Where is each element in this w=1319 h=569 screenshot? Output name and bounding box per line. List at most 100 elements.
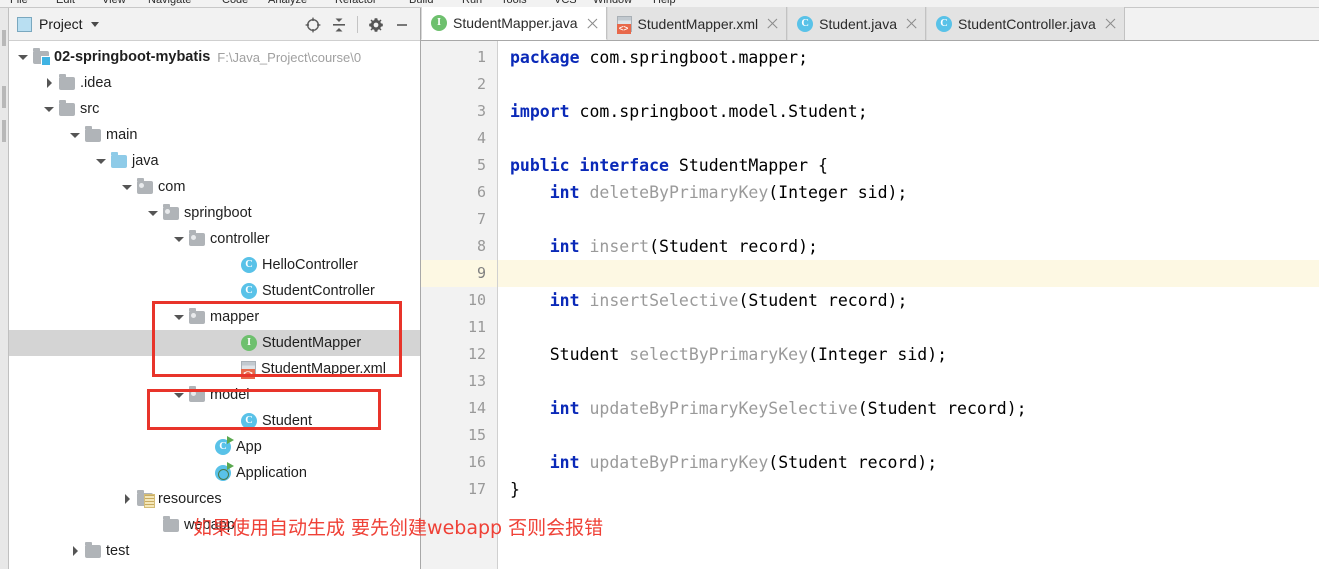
menu-item-navigate[interactable]: Navigate bbox=[148, 0, 191, 6]
tree-item-controller[interactable]: controller bbox=[9, 226, 420, 252]
menu-item-edit[interactable]: Edit bbox=[56, 0, 75, 6]
editor-tab-student-java[interactable]: C Student.java bbox=[787, 7, 926, 40]
code-token: int bbox=[510, 399, 580, 418]
code-line[interactable]: int updateByPrimaryKeySelective(Student … bbox=[498, 395, 1319, 422]
menu-item-tools[interactable]: Tools bbox=[501, 0, 527, 6]
chevron-down-icon[interactable] bbox=[173, 311, 186, 324]
code-line[interactable]: import com.springboot.model.Student; bbox=[498, 98, 1319, 125]
code-line[interactable] bbox=[498, 368, 1319, 395]
tree-item-src[interactable]: src bbox=[9, 96, 420, 122]
tree-item-label: mapper bbox=[210, 309, 260, 325]
menu-item-code[interactable]: Code bbox=[222, 0, 248, 6]
chevron-right-icon[interactable] bbox=[69, 545, 82, 558]
tree-item-java[interactable]: java bbox=[9, 148, 420, 174]
gear-icon[interactable] bbox=[364, 13, 388, 37]
close-icon[interactable] bbox=[766, 17, 779, 30]
code-line[interactable] bbox=[498, 125, 1319, 152]
menu-item-vcs[interactable]: VCS bbox=[554, 0, 577, 6]
close-icon[interactable] bbox=[586, 17, 599, 30]
chevron-right-icon[interactable] bbox=[121, 493, 134, 506]
chevron-down-icon[interactable] bbox=[17, 51, 30, 64]
editor-scrollbar[interactable] bbox=[1307, 41, 1319, 569]
tree-item-com[interactable]: com bbox=[9, 174, 420, 200]
arrow-placeholder bbox=[225, 337, 238, 350]
chevron-down-icon[interactable] bbox=[173, 233, 186, 246]
close-icon[interactable] bbox=[1104, 17, 1117, 30]
code-line[interactable] bbox=[498, 314, 1319, 341]
tree-item-studentcontroller[interactable]: C StudentController bbox=[9, 278, 420, 304]
editor-area: I StudentMapper.java StudentMapper.xml C Stu… bbox=[421, 7, 1319, 569]
code-line[interactable]: int updateByPrimaryKey(Student record); bbox=[498, 449, 1319, 476]
editor-tab-studentmapper-xml[interactable]: StudentMapper.xml bbox=[606, 7, 788, 40]
code-token: updateByPrimaryKeySelective bbox=[579, 399, 858, 418]
tree-item-hellocontroller[interactable]: C HelloController bbox=[9, 252, 420, 278]
locate-icon[interactable] bbox=[301, 13, 325, 37]
tree-item-studentmapper[interactable]: I StudentMapper bbox=[9, 330, 420, 356]
folder-icon bbox=[59, 73, 75, 90]
tree-item-label: com bbox=[158, 179, 186, 195]
minimize-icon[interactable] bbox=[390, 13, 414, 37]
code-content[interactable]: package com.springboot.mapper; import co… bbox=[498, 41, 1319, 569]
chevron-right-icon[interactable] bbox=[43, 77, 56, 90]
source-folder-icon bbox=[111, 151, 127, 168]
menu-item-run[interactable]: Run bbox=[462, 0, 482, 6]
tree-item-mapper[interactable]: mapper bbox=[9, 304, 420, 330]
menu-item-refactor[interactable]: Refactor bbox=[335, 0, 377, 6]
panel-title: Project bbox=[39, 16, 83, 32]
line-number: 3 bbox=[476, 102, 486, 120]
chevron-down-icon[interactable] bbox=[90, 21, 99, 27]
chevron-down-icon[interactable] bbox=[121, 181, 134, 194]
tree-item-label: StudentController bbox=[262, 283, 375, 299]
tree-item-label: StudentMapper bbox=[262, 335, 362, 351]
chevron-down-icon[interactable] bbox=[95, 155, 108, 168]
menu-item-file[interactable]: File bbox=[10, 0, 28, 6]
code-line[interactable]: int insertSelective(Student record); bbox=[498, 287, 1319, 314]
code-line[interactable] bbox=[498, 260, 1319, 287]
tree-item-main[interactable]: main bbox=[9, 122, 420, 148]
code-line[interactable]: public interface StudentMapper { bbox=[498, 152, 1319, 179]
tree-item-studentmapper-xml[interactable]: StudentMapper.xml bbox=[9, 356, 420, 382]
tree-item-model[interactable]: model bbox=[9, 382, 420, 408]
code-editor[interactable]: 1 2 3 4 5 6 7 8 9 10 11 12 13 14 15 16 17 package com.sp… bbox=[421, 41, 1319, 569]
tree-item--idea[interactable]: .idea bbox=[9, 70, 420, 96]
code-line[interactable]: } bbox=[498, 476, 1319, 503]
close-icon[interactable] bbox=[905, 17, 918, 30]
tree-item-springboot[interactable]: springboot bbox=[9, 200, 420, 226]
code-line[interactable] bbox=[498, 206, 1319, 233]
chevron-down-icon[interactable] bbox=[43, 103, 56, 116]
line-number: 4 bbox=[476, 129, 486, 147]
annotation-note-text: 如果使用自动生成 要先创建webapp 否则会报错 bbox=[193, 517, 604, 539]
code-token: public interface bbox=[510, 156, 669, 175]
menu-item-analyze[interactable]: Analyze bbox=[268, 0, 307, 6]
arrow-placeholder bbox=[199, 441, 212, 454]
tree-item-02-springboot-mybatis[interactable]: 02-springboot-mybatis F:\Java_Project\cou… bbox=[9, 44, 420, 70]
tree-item-app[interactable]: C App bbox=[9, 434, 420, 460]
tree-item-student[interactable]: C Student bbox=[9, 408, 420, 434]
spring-runnable-class-icon bbox=[215, 462, 234, 481]
menu-item-view[interactable]: View bbox=[102, 0, 126, 6]
tree-item-application[interactable]: Application bbox=[9, 460, 420, 486]
collapse-all-icon[interactable] bbox=[327, 13, 351, 37]
menu-item-build[interactable]: Build bbox=[409, 0, 433, 6]
chevron-down-icon[interactable] bbox=[173, 389, 186, 402]
chevron-down-icon[interactable] bbox=[147, 207, 160, 220]
project-title-group[interactable]: Project bbox=[9, 16, 99, 32]
java-class-icon: C bbox=[936, 15, 952, 32]
code-line[interactable]: int insert(Student record); bbox=[498, 233, 1319, 260]
code-token: (Student record); bbox=[649, 237, 818, 256]
menu-item-help[interactable]: Help bbox=[653, 0, 676, 6]
tree-item-test[interactable]: test bbox=[9, 538, 420, 564]
code-token: int bbox=[510, 183, 580, 202]
code-line[interactable]: int deleteByPrimaryKey(Integer sid); bbox=[498, 179, 1319, 206]
chevron-down-icon[interactable] bbox=[69, 129, 82, 142]
code-line[interactable]: Student selectByPrimaryKey(Integer sid); bbox=[498, 341, 1319, 368]
tree-item-resources[interactable]: resources bbox=[9, 486, 420, 512]
code-line[interactable]: package com.springboot.mapper; bbox=[498, 44, 1319, 71]
editor-tab-studentcontroller-java[interactable]: C StudentController.java bbox=[926, 7, 1125, 40]
code-line[interactable] bbox=[498, 422, 1319, 449]
tree-item-label: src bbox=[80, 101, 100, 117]
xml-file-icon bbox=[241, 361, 256, 379]
menu-item-window[interactable]: Window bbox=[593, 0, 632, 6]
code-line[interactable] bbox=[498, 71, 1319, 98]
editor-tab-studentmapper-java[interactable]: I StudentMapper.java bbox=[421, 7, 607, 40]
